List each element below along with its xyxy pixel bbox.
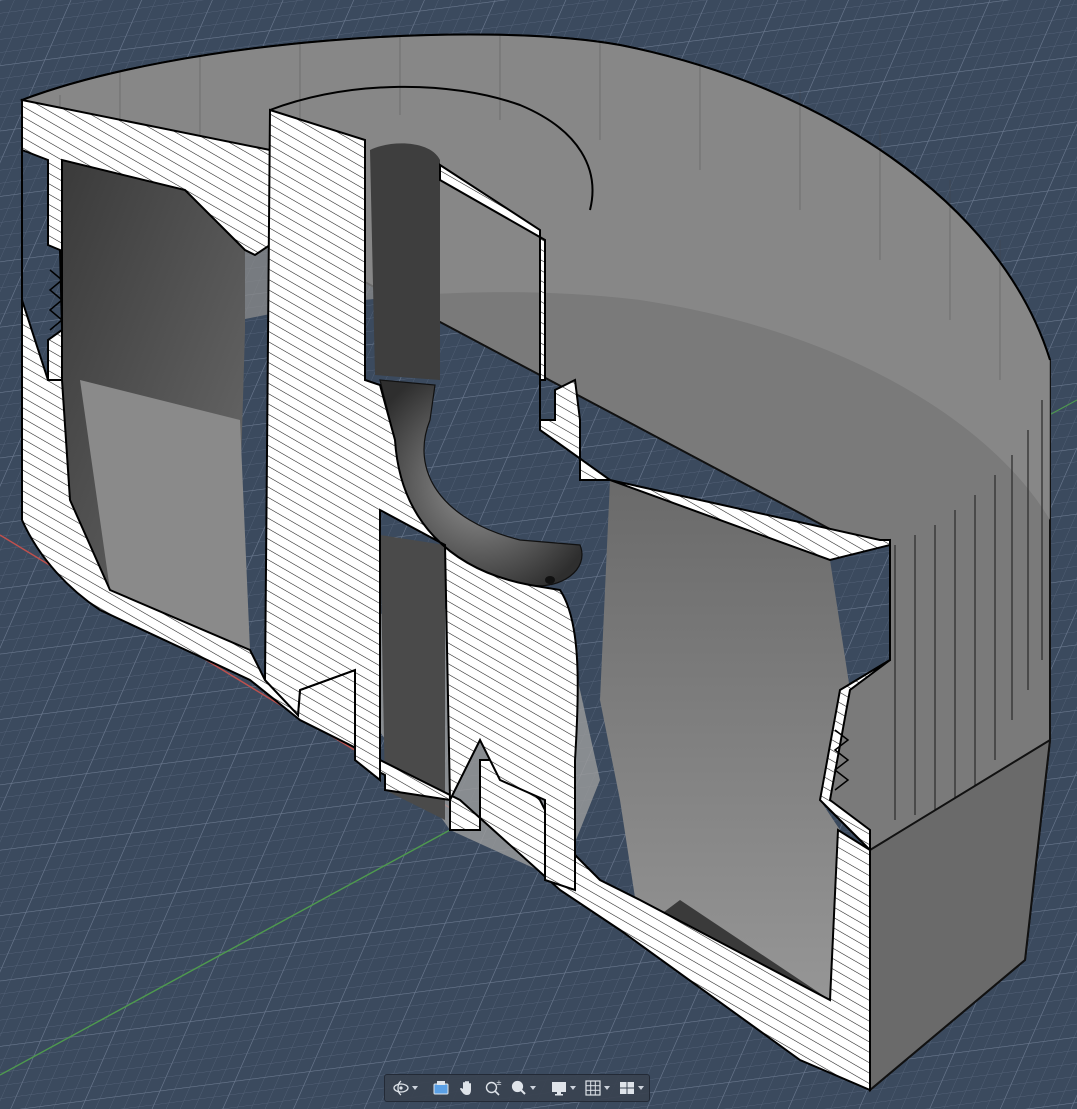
zoom-plus-minus-icon: ±: [485, 1079, 502, 1096]
zoom-window-icon: [511, 1080, 526, 1095]
viewports-icon: [620, 1082, 634, 1094]
orbit-icon: [393, 1080, 409, 1096]
look-at-button[interactable]: [429, 1076, 453, 1100]
grid-icon: [585, 1080, 601, 1096]
viewports-dropdown-caret[interactable]: [638, 1086, 644, 1090]
viewports-button[interactable]: [615, 1076, 647, 1100]
display-monitor-icon: [552, 1082, 566, 1096]
fit-dropdown-caret[interactable]: [530, 1086, 536, 1090]
grid-snaps-button[interactable]: [581, 1076, 613, 1100]
canvas-3d-viewport[interactable]: ±: [0, 0, 1077, 1109]
fit-button[interactable]: [507, 1076, 539, 1100]
svg-text:±: ±: [496, 1079, 502, 1087]
pan-hand-icon: [460, 1081, 471, 1095]
orbit-button[interactable]: [389, 1076, 421, 1100]
grid-dropdown-caret[interactable]: [604, 1086, 610, 1090]
model-view[interactable]: [0, 0, 1077, 1109]
navigation-toolbar: ±: [384, 1074, 650, 1102]
display-dropdown-caret[interactable]: [570, 1086, 576, 1090]
zoom-button[interactable]: ±: [481, 1076, 505, 1100]
display-settings-button[interactable]: [547, 1076, 579, 1100]
orbit-dropdown-caret[interactable]: [412, 1086, 418, 1090]
pan-button[interactable]: [455, 1076, 479, 1100]
look-at-icon: [433, 1081, 449, 1095]
